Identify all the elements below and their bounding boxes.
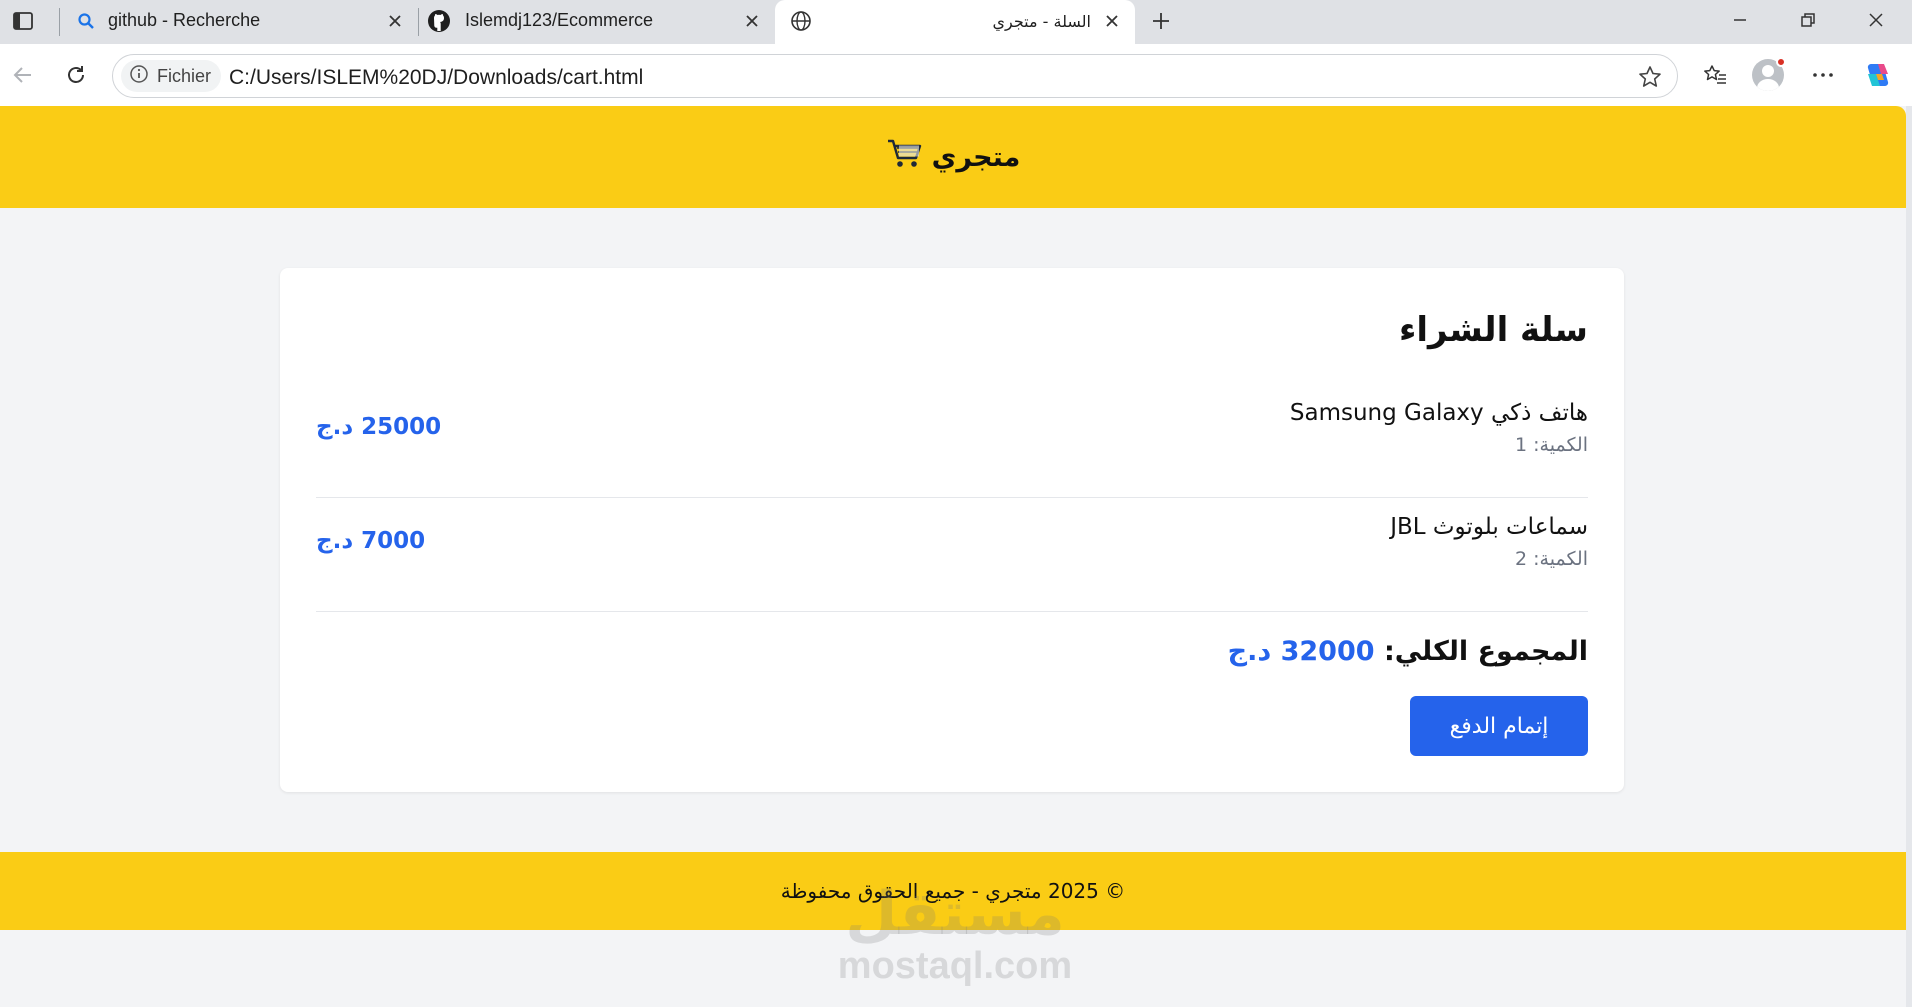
new-tab-icon[interactable]	[1146, 6, 1176, 36]
site-chip-label: Fichier	[157, 65, 212, 86]
cart-total: المجموع الكلي: 32000 د.ج	[1228, 636, 1588, 667]
profile-icon[interactable]	[1751, 57, 1786, 92]
minimize-icon[interactable]	[1710, 0, 1770, 40]
close-icon[interactable]	[741, 10, 763, 32]
watermark-text: mostaql.com	[837, 945, 1073, 987]
github-icon	[427, 9, 451, 33]
close-icon[interactable]	[384, 10, 406, 32]
site-info-chip[interactable]: Fichier	[121, 60, 222, 92]
url-text[interactable]: C:/Users/ISLEM%20DJ/Downloads/cart.html	[229, 66, 643, 90]
reload-icon[interactable]	[59, 58, 93, 92]
item-name: سماعات بلوتوث JBL	[1390, 514, 1588, 540]
favorite-star-icon[interactable]	[1637, 64, 1663, 90]
page-viewport: متجري سلة الشراء هاتف ذكي Samsung Galaxy…	[0, 106, 1906, 1007]
restore-icon[interactable]	[1778, 0, 1838, 40]
site-logo[interactable]: متجري	[886, 138, 1021, 177]
item-quantity: الكمية: 2	[1515, 548, 1588, 570]
tab-github-search[interactable]: github - Recherche	[60, 0, 418, 44]
cart-card: سلة الشراء هاتف ذكي Samsung Galaxy الكمي…	[280, 268, 1624, 792]
item-price: 25000 د.ج	[316, 414, 442, 440]
close-window-icon[interactable]	[1846, 0, 1906, 40]
item-price: 7000 د.ج	[316, 528, 426, 554]
favorites-icon[interactable]	[1698, 58, 1732, 92]
browser-toolbar: Fichier C:/Users/ISLEM%20DJ/Downloads/ca…	[0, 44, 1912, 106]
shopping-cart-icon	[886, 138, 922, 177]
total-value: 32000 د.ج	[1227, 636, 1375, 667]
notification-dot	[1776, 57, 1786, 67]
total-label: المجموع الكلي:	[1383, 636, 1588, 667]
more-menu-icon[interactable]	[1806, 58, 1840, 92]
tab-cart[interactable]: السلة - متجري	[775, 0, 1135, 44]
watermark-logo: مستقل	[845, 879, 1065, 949]
site-logo-text: متجري	[931, 141, 1021, 173]
cart-item: سماعات بلوتوث JBL الكمية: 2 7000 د.ج	[316, 498, 1588, 612]
site-header: متجري	[0, 106, 1906, 208]
mostaql-watermark: مستقل mostaql.com	[830, 882, 1080, 1002]
item-quantity: الكمية: 1	[1515, 434, 1588, 456]
globe-icon	[789, 9, 813, 33]
cart-title: سلة الشراء	[1399, 310, 1588, 350]
search-icon	[74, 9, 98, 33]
browser-titlebar: github - Recherche Islemdj123/Ecommerce …	[0, 0, 1912, 44]
tab-github-repo[interactable]: Islemdj123/Ecommerce	[419, 0, 775, 44]
tab-actions-icon[interactable]	[8, 6, 38, 36]
address-bar[interactable]: Fichier C:/Users/ISLEM%20DJ/Downloads/ca…	[112, 54, 1678, 98]
item-name: هاتف ذكي Samsung Galaxy	[1289, 400, 1588, 426]
tab-title: github - Recherche	[108, 10, 261, 30]
scrollbar-track[interactable]	[1906, 106, 1912, 1007]
copilot-icon[interactable]	[1860, 58, 1894, 92]
back-icon[interactable]	[6, 58, 40, 92]
checkout-button[interactable]: إتمام الدفع	[1410, 696, 1588, 756]
close-icon[interactable]	[1101, 10, 1123, 32]
tab-title: Islemdj123/Ecommerce	[465, 10, 654, 30]
cart-item: هاتف ذكي Samsung Galaxy الكمية: 1 25000 …	[316, 384, 1588, 498]
tab-title: السلة - متجري	[992, 12, 1092, 31]
info-icon	[129, 64, 149, 89]
